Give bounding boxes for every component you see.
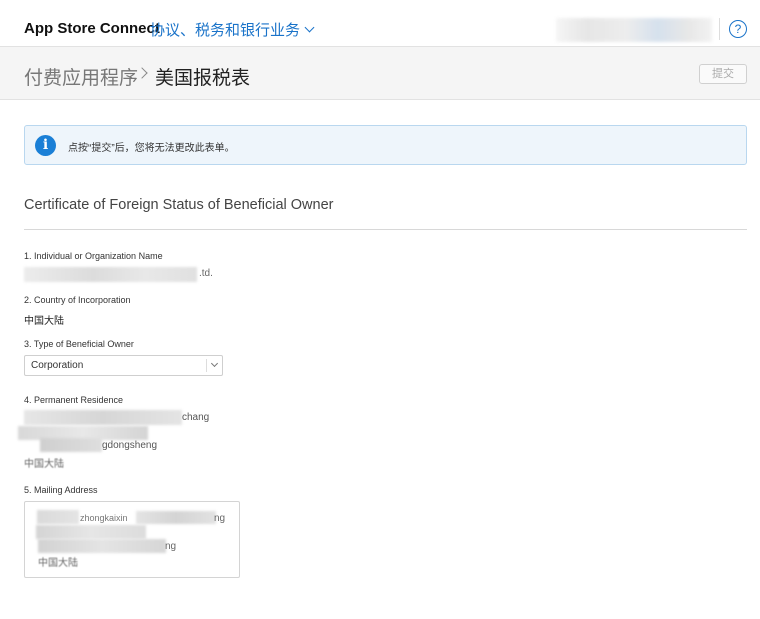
agreements-menu[interactable]: 协议、税务和银行业务 xyxy=(150,19,315,40)
mail-line1: zhongkaixin xyxy=(80,513,128,523)
field-label-country: 2. Country of Incorporation xyxy=(24,295,131,305)
field-label-name: 1. Individual or Organization Name xyxy=(24,251,163,261)
chevron-down-icon xyxy=(304,22,315,33)
redacted-mail-line1a xyxy=(37,510,79,524)
redacted-name xyxy=(24,267,197,282)
breadcrumb-parent-link[interactable]: 付费应用程序 xyxy=(24,63,138,90)
info-notice: i 点按“提交”后，您将无法更改此表单。 xyxy=(24,125,747,165)
form-title: Certificate of Foreign Status of Benefic… xyxy=(24,197,334,213)
header-separator xyxy=(719,18,720,40)
chevron-right-icon xyxy=(136,67,148,79)
field-label-owner-type: 3. Type of Beneficial Owner xyxy=(24,339,134,349)
redacted-residence-line1 xyxy=(24,410,182,425)
field-label-mailing-address: 5. Mailing Address xyxy=(24,485,98,495)
residence-line1: chang xyxy=(182,412,210,423)
redacted-mail-line3 xyxy=(38,539,166,553)
help-icon[interactable]: ? xyxy=(729,20,747,38)
submit-button[interactable]: 提交 xyxy=(699,64,747,84)
redacted-residence-line2b xyxy=(40,438,102,452)
info-icon: i xyxy=(35,135,56,156)
residence-line2: gdongsheng xyxy=(102,440,158,451)
agreements-menu-label: 协议、税务和银行业务 xyxy=(150,22,301,39)
field-value-country: 中国大陆 xyxy=(24,316,64,327)
select-divider xyxy=(206,359,207,372)
form-divider xyxy=(24,229,747,230)
owner-type-select-value: Corporation xyxy=(31,360,84,371)
select-chevron-icon xyxy=(210,359,219,368)
app-title[interactable]: App Store Connect xyxy=(24,20,160,37)
residence-line3: 中国大陆 xyxy=(24,459,64,470)
account-name-redacted[interactable] xyxy=(556,18,712,42)
redacted-mail-line2 xyxy=(36,525,146,539)
breadcrumb: 付费应用程序 美国报税表 提交 xyxy=(0,46,760,100)
mail-line1-end: ng xyxy=(214,513,226,524)
redacted-mail-line1b xyxy=(136,511,216,524)
page-title: 美国报税表 xyxy=(155,68,251,89)
owner-type-select[interactable]: Corporation xyxy=(24,355,223,376)
field-value-name: .td. xyxy=(199,268,213,279)
field-label-permanent-residence: 4. Permanent Residence xyxy=(24,395,124,405)
top-header: App Store Connect 协议、税务和银行业务 ? xyxy=(0,0,760,46)
mail-line4: 中国大陆 xyxy=(38,558,78,569)
notice-text: 点按“提交”后，您将无法更改此表单。 xyxy=(68,143,235,154)
mail-line3: ng xyxy=(165,541,177,552)
